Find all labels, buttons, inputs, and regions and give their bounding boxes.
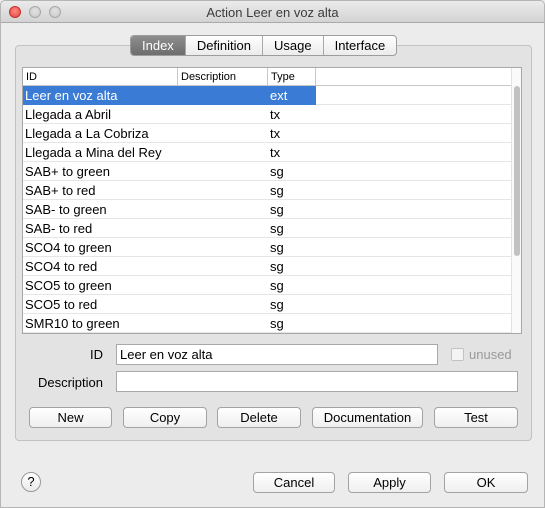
id-field[interactable]: Leer en voz alta (116, 344, 438, 365)
cell-type: ext (270, 88, 288, 103)
cell-id: SCO5 to red (25, 297, 98, 312)
tab-usage[interactable]: Usage (262, 36, 323, 55)
cell-id: Llegada a Abril (25, 107, 112, 122)
cell-type: tx (270, 126, 281, 141)
column-header-id[interactable]: ID (23, 68, 178, 86)
cell-id: SCO4 to red (25, 259, 98, 274)
cell-id: SAB+ to red (25, 183, 96, 198)
table-body: Leer en voz alta ext Llegada a Abril tx Ll… (23, 86, 513, 333)
cell-id: SCO4 to green (25, 240, 112, 255)
table-row[interactable]: SAB+ to green sg (23, 162, 513, 181)
cell-type: sg (270, 240, 284, 255)
cell-id: SCO5 to green (25, 278, 112, 293)
id-label: ID (90, 347, 103, 362)
tab-definition[interactable]: Definition (184, 36, 262, 55)
table-row[interactable]: SCO5 to red sg (23, 295, 513, 314)
new-button[interactable]: New (29, 407, 112, 428)
cell-type: sg (270, 221, 284, 236)
table-row[interactable]: SCO4 to green sg (23, 238, 513, 257)
table-row[interactable]: Llegada a La Cobriza tx (23, 124, 513, 143)
table-row[interactable]: Llegada a Mina del Rey tx (23, 143, 513, 162)
table-row[interactable]: SCO5 to green sg (23, 276, 513, 295)
unused-label: unused (469, 347, 512, 362)
help-icon[interactable]: ? (21, 472, 41, 492)
cell-type: sg (270, 259, 284, 274)
table-row[interactable]: Llegada a Abril tx (23, 105, 513, 124)
cell-type: sg (270, 202, 284, 217)
tab-bar: Index Definition Usage Interface (130, 35, 398, 56)
ok-button[interactable]: OK (444, 472, 528, 493)
column-header-type[interactable]: Type (268, 68, 316, 86)
table-row[interactable]: Leer en voz alta ext (23, 86, 513, 105)
scrollbar-thumb[interactable] (514, 86, 520, 256)
cell-id: SMR10 to green (25, 316, 120, 331)
table-row[interactable]: SMR10 to green sg (23, 314, 513, 333)
cell-type: sg (270, 183, 284, 198)
cell-id: Leer en voz alta (25, 88, 118, 103)
description-field[interactable] (116, 371, 518, 392)
table-row[interactable]: SAB+ to red sg (23, 181, 513, 200)
actions-table: ID Description Type Leer en voz alta ext … (22, 67, 522, 334)
dialog-window: Action Leer en voz alta Index Definition… (0, 0, 545, 508)
description-label: Description (37, 375, 103, 390)
table-row[interactable]: SAB- to green sg (23, 200, 513, 219)
cell-id: Llegada a Mina del Rey (25, 145, 162, 160)
cell-type: sg (270, 297, 284, 312)
cell-type: sg (270, 278, 284, 293)
table-scrollbar[interactable] (511, 68, 521, 333)
title-bar: Action Leer en voz alta (1, 1, 544, 23)
unused-checkbox[interactable]: unused (451, 347, 512, 362)
cell-type: sg (270, 164, 284, 179)
cell-id: SAB+ to green (25, 164, 110, 179)
table-row[interactable]: SAB- to red sg (23, 219, 513, 238)
apply-button[interactable]: Apply (348, 472, 431, 493)
tab-index[interactable]: Index (131, 36, 185, 55)
window-title: Action Leer en voz alta (206, 5, 339, 20)
cell-type: tx (270, 145, 281, 160)
tab-interface[interactable]: Interface (322, 36, 397, 55)
cell-type: sg (270, 316, 284, 331)
unused-checkbox-box[interactable] (451, 348, 464, 361)
delete-button[interactable]: Delete (217, 407, 301, 428)
test-button[interactable]: Test (434, 407, 518, 428)
table-header: ID Description Type (23, 68, 513, 86)
cell-id: Llegada a La Cobriza (25, 126, 149, 141)
cell-id: SAB- to green (25, 202, 107, 217)
cell-id: SAB- to red (25, 221, 93, 236)
copy-button[interactable]: Copy (123, 407, 207, 428)
cell-type: tx (270, 107, 281, 122)
table-row[interactable]: SCO4 to red sg (23, 257, 513, 276)
column-header-description[interactable]: Description (178, 68, 268, 86)
documentation-button[interactable]: Documentation (312, 407, 423, 428)
cancel-button[interactable]: Cancel (253, 472, 335, 493)
